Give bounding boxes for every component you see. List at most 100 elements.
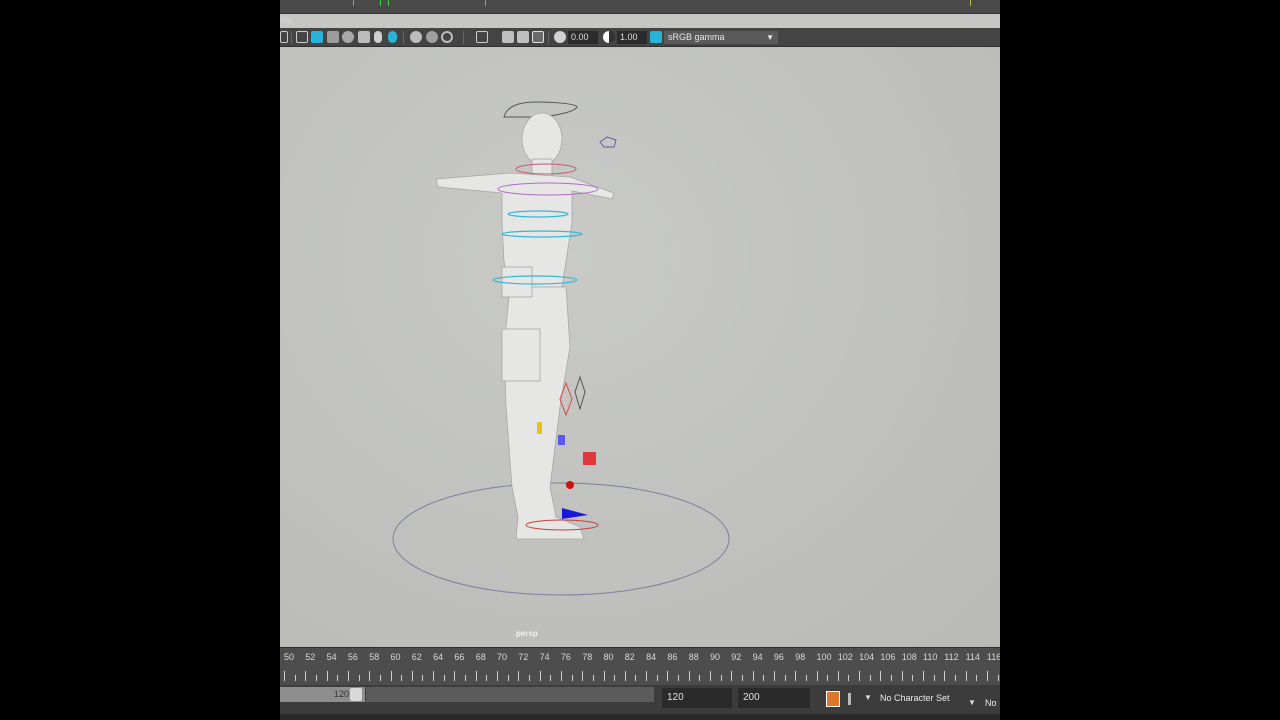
timeline-tick-label: 80 bbox=[603, 652, 614, 662]
timeline-tick bbox=[422, 675, 424, 681]
timeline-tick bbox=[997, 675, 999, 681]
timeline-tick bbox=[305, 671, 307, 681]
timeline-tick bbox=[475, 671, 477, 681]
chevron-down-icon[interactable]: ▼ bbox=[864, 693, 872, 702]
timeline-tick bbox=[497, 671, 498, 681]
timeline-tick bbox=[773, 671, 775, 681]
timeline-tick bbox=[379, 675, 381, 681]
timeline-tick-label: 84 bbox=[646, 652, 657, 662]
wireframe-on-shaded-icon[interactable] bbox=[532, 31, 544, 43]
timeline-tick-label: 90 bbox=[710, 652, 721, 662]
cube-textured-icon[interactable] bbox=[327, 31, 339, 43]
range-slider-handle[interactable] bbox=[350, 688, 362, 701]
isolate-icon[interactable] bbox=[502, 31, 514, 43]
timeline-tick-label: 56 bbox=[347, 652, 358, 662]
exposure-field[interactable]: 0.00 bbox=[568, 31, 598, 44]
timeline-tick-label: 112 bbox=[944, 652, 959, 662]
timeline-tick bbox=[486, 675, 488, 681]
time-slider[interactable]: 50 52 54 56 58 60 62 64 66 68 70 72 74 76 78 80 82 84 86 88… bbox=[280, 647, 1000, 685]
scene-canvas bbox=[392, 101, 730, 596]
timeline-tick-label: 88 bbox=[688, 652, 699, 662]
chevron-down-icon: ▼ bbox=[766, 33, 774, 42]
timeline-tick bbox=[837, 671, 839, 681]
sphere-icon[interactable] bbox=[342, 31, 354, 43]
timeline-tick-label: 68 bbox=[475, 652, 486, 662]
timeline-tick-label: 108 bbox=[901, 652, 917, 662]
color-space-dropdown[interactable]: sRGB gamma ▼ bbox=[664, 31, 778, 44]
timeline-tick-label: 94 bbox=[752, 652, 763, 662]
timeline-tick bbox=[741, 675, 743, 681]
timeline-tick-label: 54 bbox=[326, 652, 337, 662]
timeline-tick-label: 96 bbox=[773, 652, 784, 662]
timeline-tick bbox=[326, 671, 328, 681]
timeline-tick bbox=[390, 671, 392, 681]
max-time-field[interactable]: 200 bbox=[738, 688, 810, 708]
grid-icon[interactable] bbox=[476, 31, 488, 43]
status-line bbox=[280, 714, 1000, 720]
timeline-tick bbox=[624, 671, 626, 681]
timeline-tick bbox=[880, 671, 882, 681]
timeline-tick bbox=[284, 671, 285, 681]
timeline-tick-label: 58 bbox=[369, 652, 380, 662]
timeline-tick bbox=[944, 671, 946, 681]
anim-layer-dropdown[interactable]: No bbox=[985, 698, 997, 708]
timeline-tick-label: 106 bbox=[880, 652, 896, 662]
auto-key-icon[interactable] bbox=[826, 691, 840, 707]
timeline-tick bbox=[805, 675, 807, 681]
camera-icon[interactable] bbox=[280, 31, 288, 43]
timeline-tick bbox=[507, 675, 509, 681]
end-time-field[interactable]: 120 bbox=[662, 688, 732, 708]
timeline-tick bbox=[571, 675, 573, 681]
timeline-tick bbox=[976, 675, 978, 681]
panels-menu-label[interactable]: els bbox=[280, 15, 292, 29]
timeline-tick bbox=[954, 675, 956, 681]
gamma-icon[interactable] bbox=[603, 31, 615, 43]
timeline-tick-label: 66 bbox=[454, 652, 465, 662]
timeline-tick bbox=[912, 675, 914, 681]
timeline-tick bbox=[859, 671, 861, 681]
timeline-tick bbox=[869, 675, 871, 681]
timeline-tick bbox=[294, 675, 296, 681]
perspective-viewport[interactable]: persp bbox=[280, 47, 1000, 647]
playback-prefs-icon[interactable] bbox=[848, 693, 851, 705]
timeline-tick bbox=[411, 671, 413, 681]
timeline-tick bbox=[369, 671, 371, 681]
character-model[interactable] bbox=[435, 112, 615, 540]
gamma-field[interactable]: 1.00 bbox=[617, 31, 647, 44]
color-management-icon[interactable] bbox=[650, 31, 662, 43]
shadow-icon[interactable] bbox=[374, 31, 382, 43]
timeline-tick-label: 62 bbox=[411, 652, 422, 662]
timeline-tick bbox=[443, 675, 445, 681]
timeline-tick bbox=[763, 675, 765, 681]
timeline-tick bbox=[678, 675, 680, 681]
xray-icon[interactable] bbox=[517, 31, 529, 43]
timeline-tick bbox=[986, 671, 988, 681]
cube-shaded-icon[interactable] bbox=[311, 31, 323, 43]
timeline-tick bbox=[720, 675, 722, 681]
exposure-icon[interactable] bbox=[554, 31, 566, 43]
timeline-tick-label: 86 bbox=[667, 652, 678, 662]
timeline-tick bbox=[784, 675, 786, 681]
timeline-tick-label: 70 bbox=[497, 652, 508, 662]
timeline-tick-label: 72 bbox=[518, 652, 529, 662]
timeline-tick-label: 52 bbox=[305, 652, 316, 662]
timeline-tick-label: 74 bbox=[539, 652, 550, 662]
frame-all-icon[interactable] bbox=[441, 31, 453, 43]
character-set-dropdown[interactable]: No Character Set bbox=[880, 693, 950, 703]
timeline-tick-label: 78 bbox=[582, 652, 593, 662]
timeline-tick bbox=[891, 675, 893, 681]
cube-wireframe-icon[interactable] bbox=[296, 31, 308, 43]
timeline-tick-label: 60 bbox=[390, 652, 401, 662]
timeline-tick bbox=[454, 671, 456, 681]
timeline-tick-label: 64 bbox=[433, 652, 444, 662]
ambient-occlusion-icon[interactable] bbox=[388, 31, 397, 43]
timeline-tick-label: 116 bbox=[986, 652, 1000, 662]
timeline-tick bbox=[656, 675, 658, 681]
chevron-down-icon[interactable]: ▼ bbox=[968, 698, 976, 707]
top-menu-strip bbox=[280, 0, 1000, 14]
antialias-icon[interactable] bbox=[426, 31, 438, 43]
light-icon[interactable] bbox=[358, 31, 370, 43]
timeline-tick bbox=[337, 675, 339, 681]
motion-blur-icon[interactable] bbox=[410, 31, 422, 43]
maya-window: els 0.00 1.00 sRGB gamma ▼ persp 50 52 5… bbox=[280, 0, 1000, 720]
